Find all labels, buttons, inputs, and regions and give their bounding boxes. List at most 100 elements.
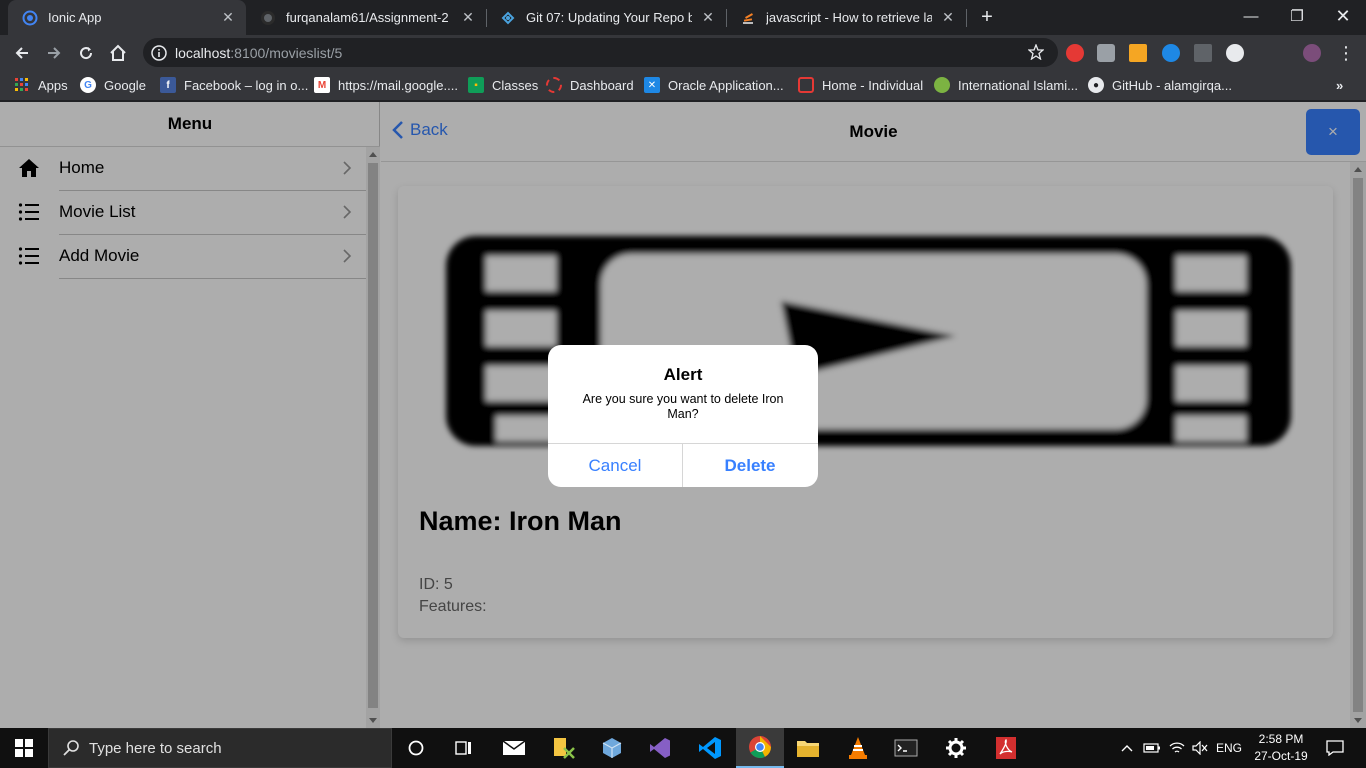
shield-extension-icon[interactable] [1097,44,1115,62]
tab-title: Ionic App [48,10,102,25]
adblock-extension-icon[interactable] [1066,44,1084,62]
battery-icon [1143,743,1160,753]
settings-button[interactable] [932,728,980,768]
classroom-icon: ▪ [468,77,484,93]
mail-app-button[interactable] [490,728,538,768]
back-nav-button[interactable] [8,39,36,67]
action-center-icon [1326,740,1344,756]
home-outline-icon [110,44,126,61]
terminal-button[interactable] [882,728,930,768]
tab-separator [966,9,967,27]
taskbar-search-input[interactable]: Type here to search [48,728,392,768]
chrome-icon [749,736,771,758]
vscode-button[interactable] [686,728,734,768]
oracle-icon: ✕ [644,77,660,93]
taskbar-clock[interactable]: 2:58 PM 27-Oct-19 [1250,731,1312,765]
url-text: localhost:8100/movieslist/5 [175,44,343,61]
input-language-button[interactable]: ENG [1212,728,1246,768]
vpn-extension-icon[interactable] [1162,44,1180,62]
bookmark-github[interactable]: ● GitHub - alamgirqa... [1088,75,1232,95]
bookmark-dashboard[interactable]: Dashboard [546,75,634,95]
window-close-button[interactable]: ✕ [1320,0,1366,32]
tab-github-assignment[interactable]: furqanalam61/Assignment-2 ✕ [246,0,486,35]
vscode-icon [699,737,721,759]
close-tab-icon[interactable]: ✕ [220,9,236,26]
vlc-cone-icon [849,737,867,759]
close-tab-icon[interactable]: ✕ [700,9,716,26]
ionic-app-viewport: Menu Home Movie List Add Movie Back Movi… [0,102,1366,728]
database-tool-icon [554,738,575,759]
wifi-icon [1169,742,1185,753]
bookmark-home-individual[interactable]: Home - Individual [798,75,923,95]
home-individual-icon [798,77,814,93]
virtualbox-button[interactable] [588,728,636,768]
close-tab-icon[interactable]: ✕ [460,9,476,26]
chrome-menu-button[interactable]: ⋮ [1332,39,1360,67]
wifi-status-button[interactable] [1166,728,1188,768]
arrow-left-icon [15,47,28,59]
file-explorer-button[interactable] [784,728,832,768]
gmail-icon: M [314,77,330,93]
bookmark-gmail[interactable]: M https://mail.google.... [314,75,458,95]
tab-git-updating-repo[interactable]: Git 07: Updating Your Repo by Se ✕ [486,0,726,35]
arrow-right-icon [48,47,61,59]
volume-button[interactable] [1189,728,1211,768]
cortana-button[interactable] [392,728,440,768]
ionic-favicon-icon [22,10,38,26]
delete-button[interactable]: Delete [683,444,817,487]
close-tab-icon[interactable]: ✕ [940,9,956,26]
notifications-button[interactable] [1318,728,1352,768]
new-tab-button[interactable]: + [976,6,998,28]
stackoverflow-favicon-icon [740,10,756,26]
github-icon: ● [1088,77,1104,93]
acrobat-button[interactable] [982,728,1030,768]
restore-button[interactable]: ❐ [1274,0,1320,32]
search-icon [63,740,79,756]
bookmarks-overflow-button[interactable]: » [1336,75,1343,95]
chrome-button[interactable] [736,728,784,768]
windows-logo-icon [15,739,33,757]
cortana-circle-icon [408,740,424,756]
dashboard-icon [546,77,562,93]
terminal-icon [894,739,918,757]
bookmark-google[interactable]: G Google [80,75,146,95]
task-view-button[interactable] [440,728,488,768]
browser-toolbar: localhost:8100/movieslist/5 ⋮ [0,35,1366,70]
bookmark-classes[interactable]: ▪ Classes [468,75,538,95]
start-button[interactable] [0,728,48,768]
address-bar[interactable]: localhost:8100/movieslist/5 [143,38,1058,67]
task-view-icon [455,741,471,755]
forward-nav-button[interactable] [40,39,68,67]
gear-icon [946,738,966,758]
battery-status-button[interactable] [1141,728,1163,768]
key-extension-icon[interactable] [1129,44,1147,62]
bookmark-facebook[interactable]: f Facebook – log in o... [160,75,308,95]
alert-message: Are you sure you want to delete Iron Man… [582,392,784,421]
chevron-up-icon [1121,745,1133,752]
tab-title: javascript - How to retrieve last e [766,10,932,25]
visual-studio-button[interactable] [636,728,684,768]
bookmarks-bar: Apps G Google f Facebook – log in o... M… [0,70,1366,101]
facebook-icon: f [160,77,176,93]
bookmark-oracle[interactable]: ✕ Oracle Application... [644,75,784,95]
bookmark-international-islamic[interactable]: International Islami... [934,75,1078,95]
virtualbox-cube-icon [602,738,622,758]
show-hidden-icons-button[interactable] [1118,728,1136,768]
reload-button[interactable] [72,39,100,67]
vlc-button[interactable] [834,728,882,768]
git-favicon-icon [500,10,516,26]
bookmark-apps[interactable]: Apps [14,75,68,95]
tab-stackoverflow-javascript[interactable]: javascript - How to retrieve last e ✕ [726,0,966,35]
browser-tab-strip: Ionic App ✕ furqanalam61/Assignment-2 ✕ … [0,0,1366,35]
visual-studio-icon [650,738,670,758]
hover-extension-icon[interactable] [1226,44,1244,62]
pdf-icon [996,737,1016,759]
database-tool-button[interactable] [540,728,588,768]
reader-extension-icon[interactable] [1194,44,1212,62]
tab-ionic-app[interactable]: Ionic App ✕ [8,0,246,35]
profile-avatar[interactable] [1303,44,1321,62]
minimize-button[interactable]: — [1228,0,1274,32]
cancel-button[interactable]: Cancel [548,444,682,487]
home-button[interactable] [104,39,132,67]
bookmark-star-icon [1028,44,1044,60]
